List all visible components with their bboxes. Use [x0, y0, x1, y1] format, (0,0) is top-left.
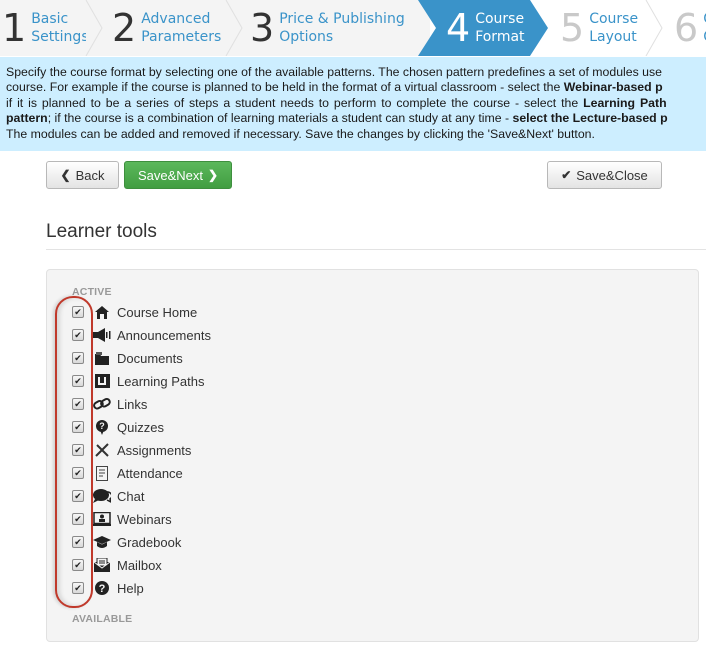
- wizard-step-6[interactable]: 6 CC: [664, 0, 706, 56]
- tool-label: Chat: [117, 488, 145, 504]
- info-banner: Specify the course format by selecting o…: [0, 57, 706, 151]
- tool-row: ✔? Quizzes: [72, 417, 164, 437]
- tool-label: Help: [117, 580, 144, 596]
- tool-row: ✔ Chat: [72, 486, 144, 506]
- tool-label: Links: [117, 396, 148, 412]
- tool-checkbox[interactable]: ✔: [72, 375, 84, 387]
- tool-row: ✔ Mailbox: [72, 555, 162, 575]
- quiz-icon: ?: [93, 419, 111, 435]
- tool-label: Webinars: [117, 511, 172, 527]
- info-line: Specify the course format by selecting o…: [6, 65, 662, 79]
- tool-checkbox[interactable]: ✔: [72, 352, 84, 364]
- folder-icon: [93, 350, 111, 366]
- tool-row: ✔ Links: [72, 394, 147, 414]
- step-label: Basic Settings: [31, 11, 89, 45]
- step-label: Price & Publishing Options: [279, 11, 405, 45]
- step-label: Course Layout: [589, 11, 639, 45]
- tool-row: ✔ Gradebook: [72, 532, 181, 552]
- step-number: 2: [112, 6, 136, 50]
- tool-row: ✔ Announcements: [72, 325, 211, 345]
- webinar-icon: [93, 511, 111, 527]
- home-icon: [93, 304, 111, 320]
- active-group-label: ACTIVE: [72, 286, 112, 298]
- tool-checkbox[interactable]: ✔: [72, 490, 84, 502]
- tool-label: Documents: [117, 350, 183, 366]
- wizard-step-4[interactable]: 4 Course Format: [418, 0, 530, 56]
- step-number: 3: [250, 6, 274, 50]
- tool-checkbox[interactable]: ✔: [72, 513, 84, 525]
- chevron-right-icon: ❯: [207, 168, 219, 182]
- tool-checkbox[interactable]: ✔: [72, 444, 84, 456]
- tool-label: Course Home: [117, 304, 198, 320]
- check-icon: ✔: [561, 168, 572, 182]
- tool-row: ✔ Attendance: [72, 463, 183, 483]
- tool-row: ✔ Learning Paths: [72, 371, 204, 391]
- tool-row: ✔? Help: [72, 578, 144, 598]
- tool-label: Assignments: [117, 442, 192, 458]
- tool-label: Announcements: [117, 327, 211, 343]
- tool-checkbox[interactable]: ✔: [72, 467, 84, 479]
- info-line: if it is planned to be a series of steps…: [6, 95, 667, 110]
- megaphone-icon: [93, 327, 111, 343]
- step-label: Course Format: [475, 11, 525, 45]
- wizard-step-3[interactable]: 3 Price & Publishing Options: [230, 0, 430, 56]
- step-separator: [225, 0, 243, 56]
- available-group-label: AVAILABLE: [72, 613, 133, 625]
- divider: [46, 249, 706, 250]
- help-icon: ?: [93, 580, 111, 596]
- tool-checkbox[interactable]: ✔: [72, 421, 84, 433]
- step-separator: [85, 0, 103, 56]
- tool-checkbox[interactable]: ✔: [72, 559, 84, 571]
- wizard-steps: 1 Basic Settings 2 Advanced Parameters 3 P…: [0, 0, 706, 56]
- step-number: 1: [2, 6, 26, 50]
- step-label: Advanced Parameters: [141, 11, 222, 45]
- tool-label: Quizzes: [117, 419, 164, 435]
- tool-row: ✔ Assignments: [72, 440, 191, 460]
- mailbox-icon: [93, 557, 111, 573]
- assignment-icon: [93, 442, 111, 458]
- svg-text:?: ?: [99, 583, 106, 595]
- step-separator: [645, 0, 663, 56]
- tool-checkbox[interactable]: ✔: [72, 398, 84, 410]
- save-next-button[interactable]: Save&Next ❯: [124, 161, 232, 189]
- graduation-cap-icon: [93, 534, 111, 550]
- wizard-step-2[interactable]: 2 Advanced Parameters: [94, 0, 230, 56]
- info-line: The modules can be added and removed if …: [6, 126, 595, 141]
- link-icon: [93, 396, 111, 412]
- step-number: 5: [560, 6, 584, 50]
- chevron-left-icon: ❮: [60, 168, 71, 182]
- tool-label: Gradebook: [117, 534, 182, 550]
- wizard-step-1[interactable]: 1 Basic Settings: [0, 0, 94, 56]
- tool-checkbox[interactable]: ✔: [72, 329, 84, 341]
- tool-row: ✔ Course Home: [72, 302, 197, 322]
- step-number: 4: [446, 6, 470, 50]
- tool-label: Attendance: [117, 465, 183, 481]
- attendance-icon: [93, 465, 111, 481]
- tool-label: Learning Paths: [117, 373, 205, 389]
- tool-row: ✔ Webinars: [72, 509, 172, 529]
- info-line: course. For example if the course is pla…: [6, 80, 663, 95]
- wizard-step-5[interactable]: 5 Course Layout: [548, 0, 648, 56]
- svg-text:?: ?: [99, 421, 105, 431]
- tool-checkbox[interactable]: ✔: [72, 306, 84, 318]
- info-line: pattern; if the course is a combination …: [6, 111, 668, 126]
- save-close-button[interactable]: ✔ Save&Close: [547, 161, 662, 189]
- tool-label: Mailbox: [117, 557, 162, 573]
- step-number: 6: [674, 6, 698, 50]
- section-title: Learner tools: [46, 221, 157, 242]
- back-button[interactable]: ❮ Back: [46, 161, 119, 189]
- tool-checkbox[interactable]: ✔: [72, 536, 84, 548]
- chat-icon: [93, 488, 111, 504]
- tool-checkbox[interactable]: ✔: [72, 582, 84, 594]
- tool-row: ✔ Documents: [72, 348, 183, 368]
- learning-path-icon: [93, 373, 111, 389]
